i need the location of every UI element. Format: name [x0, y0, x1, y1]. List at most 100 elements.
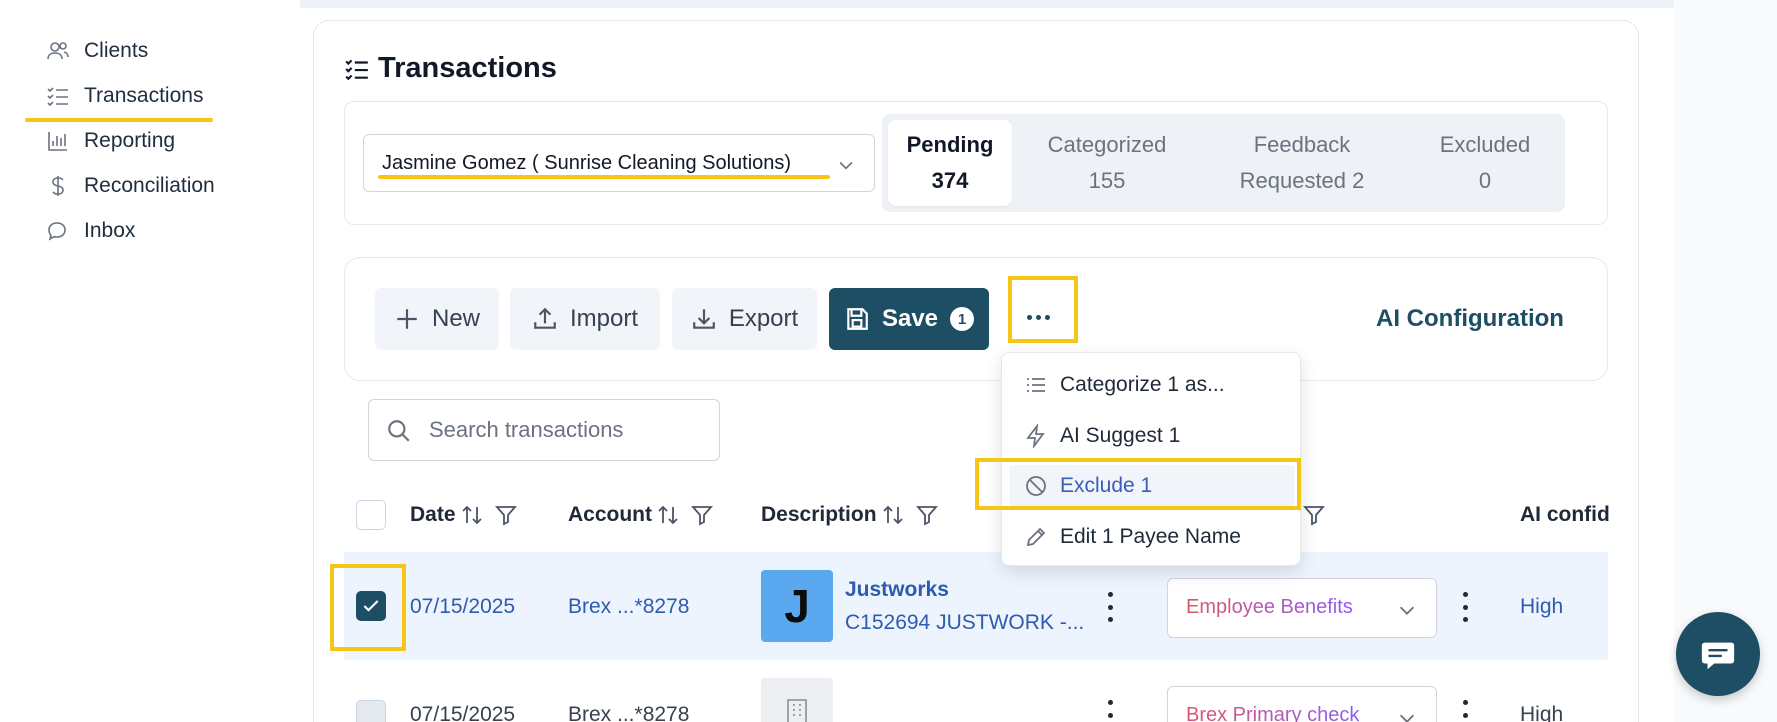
category-select-value: Employee Benefits — [1186, 596, 1353, 618]
category-kebab-menu[interactable] — [1455, 592, 1475, 622]
row-kebab-menu[interactable] — [1100, 700, 1120, 722]
column-header-ai-confidence: AI confid — [1520, 503, 1610, 527]
payee-logo: J — [761, 570, 833, 642]
column-header-date: Date — [410, 503, 518, 527]
filter-icon[interactable] — [494, 503, 518, 527]
page-title: Transactions — [344, 52, 557, 85]
filter-icon[interactable] — [915, 503, 939, 527]
row-checkbox[interactable] — [356, 700, 386, 722]
save-button-label: Save — [881, 305, 939, 332]
chat-bubbles-icon — [48, 222, 66, 241]
tab-feedback-requested[interactable]: Feedback Requested 2 — [1202, 114, 1402, 212]
highlight-underline — [378, 175, 830, 179]
dot — [1462, 617, 1468, 622]
save-count-badge: 1 — [950, 307, 975, 331]
tab-count: 155 — [1088, 168, 1126, 193]
payee-logo-placeholder — [761, 678, 833, 722]
status-tabs: Pending 374 Categorized 155 Feedback Req… — [882, 114, 1565, 212]
menu-item-edit-payee[interactable]: Edit 1 Payee Name — [1024, 519, 1241, 555]
highlight-box — [1008, 276, 1078, 343]
new-button[interactable]: New — [375, 288, 499, 350]
search-input[interactable] — [429, 414, 709, 446]
tab-pending[interactable]: Pending 374 — [888, 120, 1012, 206]
ai-configuration-link[interactable]: AI Configuration — [1376, 305, 1564, 333]
sort-icon[interactable] — [656, 503, 680, 527]
search-icon — [388, 420, 410, 442]
dot — [1462, 592, 1468, 597]
sort-icon[interactable] — [460, 503, 484, 527]
dot — [1107, 604, 1113, 610]
category-kebab-menu[interactable] — [1455, 700, 1475, 722]
column-header-account: Account — [568, 503, 714, 527]
select-all-checkbox[interactable] — [356, 500, 386, 530]
column-header-label: Description — [761, 503, 877, 526]
filter-icon[interactable] — [1302, 503, 1326, 527]
download-icon — [692, 309, 715, 329]
sidebar-item-clients[interactable]: Clients — [46, 33, 148, 69]
row-description: C152694 JUSTWORK -... — [845, 611, 1085, 634]
dot — [1107, 592, 1113, 597]
users-icon — [47, 42, 69, 60]
menu-item-label: Categorize 1 as... — [1060, 373, 1225, 396]
sidebar-item-reporting[interactable]: Reporting — [46, 123, 175, 159]
import-button-label: Import — [569, 305, 638, 332]
menu-item-ai-suggest[interactable]: AI Suggest 1 — [1024, 418, 1180, 454]
sidebar-item-inbox[interactable]: Inbox — [46, 213, 135, 249]
row-date[interactable]: 07/15/2025 — [410, 703, 515, 722]
chat-button[interactable] — [1676, 612, 1760, 696]
ai-confidence-value: High — [1520, 595, 1564, 618]
export-button-label: Export — [728, 305, 799, 332]
tab-label: Feedback — [1253, 132, 1351, 157]
building-icon — [787, 699, 807, 722]
dot — [1462, 604, 1468, 610]
lightning-icon — [1026, 424, 1045, 448]
filter-icon[interactable] — [690, 503, 714, 527]
menu-item-categorize[interactable]: Categorize 1 as... — [1024, 367, 1225, 403]
row-account[interactable]: Brex ...*8278 — [568, 595, 689, 619]
menu-item-label: Edit 1 Payee Name — [1060, 525, 1241, 548]
tab-label: Excluded — [1439, 132, 1531, 157]
client-select[interactable]: Jasmine Gomez ( Sunrise Cleaning Solutio… — [363, 134, 875, 192]
sidebar-item-label: Transactions — [84, 84, 204, 107]
tab-label: Pending — [906, 132, 994, 157]
highlight-box — [330, 564, 406, 651]
new-button-label: New — [431, 305, 480, 332]
client-select-value: Jasmine Gomez ( Sunrise Cleaning Solutio… — [382, 152, 792, 174]
list-check-icon — [345, 59, 368, 80]
save-button[interactable]: Save 1 — [829, 288, 989, 350]
list-icon — [1027, 378, 1045, 392]
payee-name[interactable]: Justworks — [845, 578, 949, 602]
row-kebab-menu[interactable] — [1100, 592, 1120, 622]
sidebar-item-reconciliation[interactable]: Reconciliation — [46, 168, 215, 204]
tab-label: Categorized — [1047, 132, 1167, 157]
floppy-disk-icon — [847, 308, 868, 330]
upload-icon — [534, 307, 556, 329]
sort-icon[interactable] — [881, 503, 905, 527]
sidebar-item-label: Reconciliation — [84, 174, 215, 197]
dot — [1462, 712, 1468, 718]
tab-excluded[interactable]: Excluded 0 — [1412, 114, 1558, 212]
dollar-icon — [52, 176, 64, 196]
pencil-icon — [1026, 527, 1046, 547]
tab-count: 0 — [1478, 168, 1492, 193]
sidebar-item-label: Reporting — [84, 129, 176, 152]
row-date[interactable]: 07/15/2025 — [410, 595, 515, 619]
payee-logo-letter: J — [784, 580, 810, 632]
ai-confidence-value: High — [1520, 703, 1564, 722]
row-account[interactable]: Brex ...*8278 — [568, 703, 689, 722]
menu-item-label: AI Suggest 1 — [1060, 424, 1181, 447]
column-header-label: Date — [410, 503, 456, 526]
category-select[interactable]: Employee Benefits — [1167, 578, 1437, 638]
tab-categorized[interactable]: Categorized 155 — [1022, 114, 1192, 212]
export-button[interactable]: Export — [672, 288, 817, 350]
search-box — [368, 399, 720, 461]
bar-chart-icon — [48, 132, 67, 151]
category-select-value: Brex Primary check — [1186, 704, 1359, 722]
tab-label-line2: Requested 2 — [1239, 168, 1365, 193]
chat-icon — [1701, 642, 1735, 670]
chevron-down-icon — [839, 161, 853, 170]
category-select[interactable]: Brex Primary check — [1167, 686, 1437, 722]
import-button[interactable]: Import — [510, 288, 660, 350]
sidebar-item-transactions[interactable]: Transactions — [46, 78, 203, 114]
plus-icon — [397, 309, 417, 329]
